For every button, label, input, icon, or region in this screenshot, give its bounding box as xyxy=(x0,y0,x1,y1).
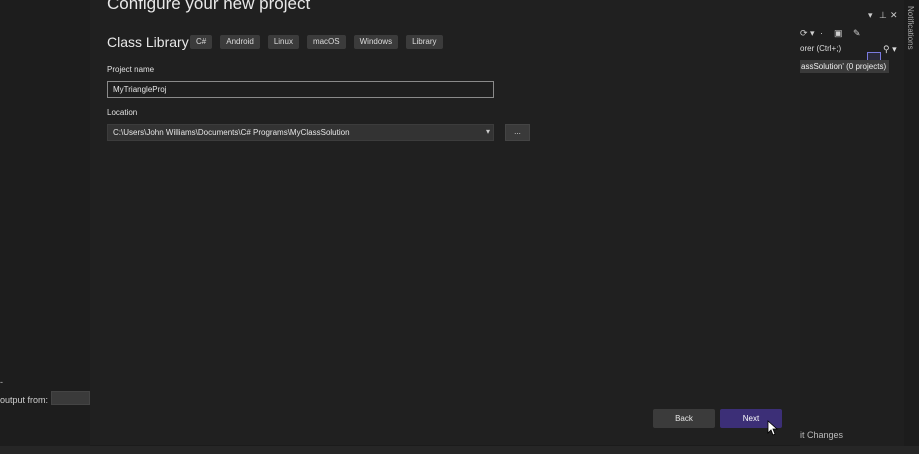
tag-android: Android xyxy=(220,35,260,49)
pane-menu-icon[interactable]: ▾ xyxy=(868,10,873,21)
tag-linux: Linux xyxy=(267,35,299,49)
properties-wrench-icon[interactable]: ✎ xyxy=(853,28,861,39)
tag-csharp: C# xyxy=(190,35,213,49)
back-button[interactable]: Back xyxy=(653,409,715,428)
tag-library: Library xyxy=(406,35,443,49)
mouse-cursor-icon xyxy=(767,420,779,436)
output-from-label: output from: xyxy=(0,395,49,405)
output-pane: - output from: xyxy=(0,0,90,454)
collapse-all-icon[interactable]: ▣ xyxy=(834,28,843,39)
pane-title-bar: ▾ ⊥ ✕ xyxy=(800,10,904,22)
sync-icon[interactable]: ⟳ xyxy=(800,28,808,39)
pin-icon[interactable]: ⊥ xyxy=(879,10,887,21)
notifications-sidebar[interactable]: Notifications xyxy=(904,0,919,454)
close-icon[interactable]: ✕ xyxy=(890,10,898,21)
project-name-label: Project name xyxy=(107,65,155,74)
solution-search-box[interactable]: orer (Ctrl+;) ⚲ ▾ xyxy=(800,44,904,58)
toolbar-separator-icon: · xyxy=(820,28,823,38)
template-tags: C# Android Linux macOS Windows Library xyxy=(190,35,443,49)
output-source-dropdown[interactable] xyxy=(51,391,90,405)
configure-project-dialog: Configure your new project Class Library… xyxy=(90,0,800,445)
search-icon: ⚲ ▾ xyxy=(883,44,897,54)
tag-macos: macOS xyxy=(306,35,346,49)
location-label: Location xyxy=(107,108,138,117)
solution-tree-item[interactable]: assSolution' (0 projects) xyxy=(800,60,889,73)
location-combobox[interactable]: C:\Users\John Williams\Documents\C# Prog… xyxy=(107,124,494,141)
tag-windows: Windows xyxy=(353,35,399,49)
location-value: C:\Users\John Williams\Documents\C# Prog… xyxy=(113,128,350,137)
toolbar-dropdown-icon[interactable]: ▾ xyxy=(810,28,815,39)
status-bar xyxy=(0,446,919,454)
solution-explorer-toolbar: ⟳ ▾ · ▣ ✎ xyxy=(800,26,904,66)
dropdown-arrow-icon[interactable]: ▾ xyxy=(486,127,490,136)
project-name-input[interactable]: MyTriangleProj xyxy=(107,81,494,98)
template-name: Class Library xyxy=(107,34,189,50)
solution-explorer-pane: ▾ ⊥ ✕ ⟳ ▾ · ▣ ✎ orer (Ctrl+;) ⚲ ▾ assSol… xyxy=(800,0,904,454)
git-changes-tab[interactable]: it Changes xyxy=(800,430,843,440)
notifications-label: Notifications xyxy=(906,6,915,50)
dialog-title: Configure your new project xyxy=(107,0,311,13)
solution-search-placeholder: orer (Ctrl+;) xyxy=(800,44,842,53)
browse-location-button[interactable]: ... xyxy=(505,124,530,141)
output-pane-edge-text: - xyxy=(0,377,3,387)
